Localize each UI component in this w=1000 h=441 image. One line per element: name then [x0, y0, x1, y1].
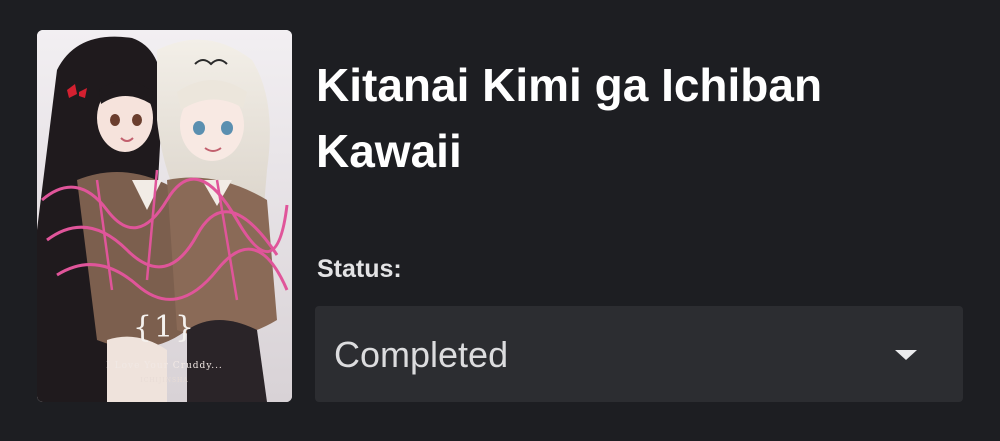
- cover-image: {1} I Love Your Cruddy... ICHIJINSHA: [37, 30, 292, 402]
- chevron-down-icon: [895, 350, 917, 360]
- cover-volume-mark: {1}: [132, 310, 197, 345]
- status-label: Status:: [317, 255, 402, 283]
- status-dropdown[interactable]: Completed: [315, 306, 963, 402]
- status-selected-value: Completed: [334, 334, 509, 375]
- cover-subtitle: I Love Your Cruddy...: [106, 361, 223, 371]
- cover-publisher: ICHIJINSHA: [140, 377, 189, 384]
- manga-title: Kitanai Kimi ga Ichiban Kawaii: [316, 59, 823, 177]
- cover-artwork: [37, 30, 292, 402]
